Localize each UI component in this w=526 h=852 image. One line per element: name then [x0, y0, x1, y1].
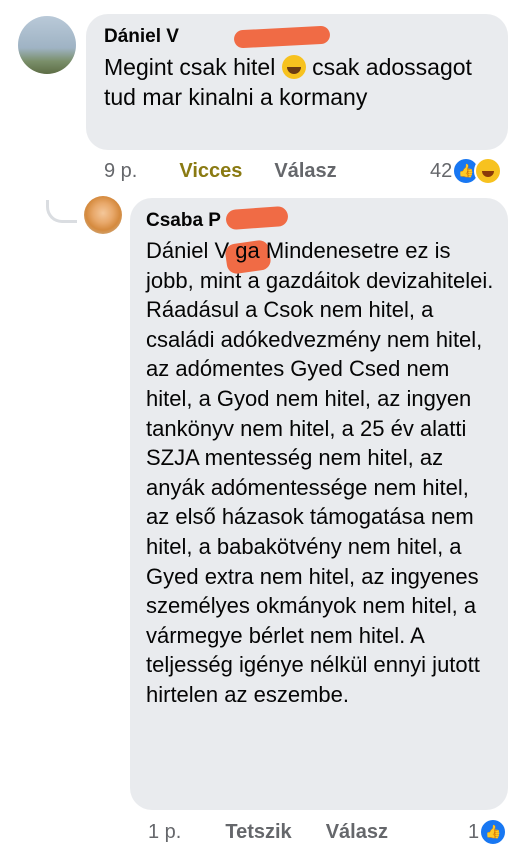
reaction-count: 42 [430, 159, 453, 182]
comment-bubble: Dániel V Megint csak hitel csak adossago… [86, 14, 508, 150]
reaction-summary[interactable]: 42 👍 [430, 157, 503, 185]
comment-text: Megint csak hitel csak adossagot tud mar… [104, 52, 494, 112]
redaction-mark [233, 25, 331, 49]
like-icon: 👍 [479, 818, 508, 846]
reply-bubble: Csaba P Dániel V ga Mindenesetre ez is j… [130, 198, 508, 810]
comment-thread: Dániel V Megint csak hitel csak adossago… [0, 0, 526, 852]
comment-actions: 9 p. Vicces Válasz [104, 158, 337, 184]
reply-reaction-count: 1 [468, 820, 480, 843]
thread-connector [46, 200, 77, 223]
haha-icon [474, 157, 503, 185]
reply-text: Dániel V ga Mindenesetre ez is jobb, min… [146, 238, 494, 707]
reply-time[interactable]: 1 p. [148, 821, 181, 844]
reply-avatar[interactable] [84, 196, 122, 234]
reply-actions: 1 p. Tetszik Válasz [148, 820, 388, 844]
comment-author[interactable]: Dániel V [104, 26, 179, 48]
grinning-face-icon [281, 55, 306, 79]
reaction-button[interactable]: Vicces [179, 160, 242, 183]
reply-author[interactable]: Csaba P [146, 210, 221, 232]
reply-reaction-summary[interactable]: 1 👍 [468, 818, 508, 846]
like-button[interactable]: Tetszik [225, 821, 291, 844]
avatar[interactable] [18, 16, 76, 74]
reply-button[interactable]: Válasz [326, 821, 388, 844]
reply-button[interactable]: Válasz [274, 160, 336, 183]
comment-text-part1: Megint csak hitel [104, 54, 282, 80]
comment-time[interactable]: 9 p. [104, 160, 137, 183]
redaction-mark [225, 205, 289, 231]
